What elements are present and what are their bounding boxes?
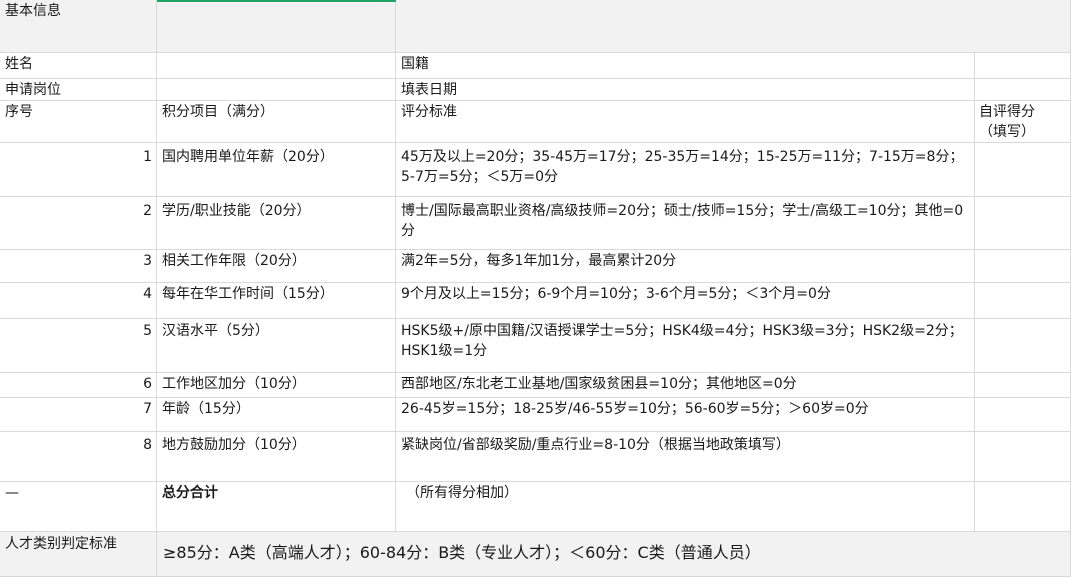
row-item-cell[interactable]: 相关工作年限（20分）	[157, 250, 396, 283]
row-criteria-cell[interactable]: 9个月及以上=15分；6-9个月=10分；3-6个月=5分；＜3个月=0分	[396, 283, 975, 319]
date-value-cell[interactable]	[975, 79, 1071, 101]
section-title-blank-cell[interactable]	[396, 0, 1071, 53]
date-label-cell[interactable]: 填表日期	[396, 79, 975, 101]
total-criteria-cell[interactable]: （所有得分相加）	[396, 482, 975, 532]
row-self-score-cell[interactable]	[975, 250, 1071, 283]
name-label-cell[interactable]: 姓名	[0, 53, 157, 79]
row-number-cell[interactable]: 5	[0, 319, 157, 373]
row-item-cell[interactable]: 地方鼓励加分（10分）	[157, 432, 396, 482]
row-item-cell[interactable]: 工作地区加分（10分）	[157, 373, 396, 398]
row-number-cell[interactable]: 8	[0, 432, 157, 482]
row-criteria-cell[interactable]: 西部地区/东北老工业基地/国家级贫困县=10分；其他地区=0分	[396, 373, 975, 398]
row-self-score-cell[interactable]	[975, 373, 1071, 398]
row-number-cell[interactable]: 7	[0, 398, 157, 432]
header-criteria-cell[interactable]: 评分标准	[396, 101, 975, 143]
row-number-cell[interactable]: 6	[0, 373, 157, 398]
category-text-cell[interactable]: ≥85分：A类（高端人才）；60-84分：B类（专业人才）；＜60分：C类（普通…	[157, 532, 1071, 577]
nationality-value-cell[interactable]	[975, 53, 1071, 79]
row-criteria-cell[interactable]: 紧缺岗位/省部级奖励/重点行业=8-10分（根据当地政策填写）	[396, 432, 975, 482]
total-number-cell[interactable]: —	[0, 482, 157, 532]
row-criteria-cell[interactable]: 45万及以上=20分；35-45万=17分；25-35万=14分；15-25万=…	[396, 143, 975, 197]
position-label-cell[interactable]: 申请岗位	[0, 79, 157, 101]
row-criteria-cell[interactable]: 满2年=5分，每多1年加1分，最高累计20分	[396, 250, 975, 283]
total-self-score-cell[interactable]	[975, 482, 1071, 532]
header-self-score-cell[interactable]: 自评得分（填写）	[975, 101, 1071, 143]
row-item-cell[interactable]: 每年在华工作时间（15分）	[157, 283, 396, 319]
row-number-cell[interactable]: 2	[0, 197, 157, 250]
header-item-cell[interactable]: 积分项目（满分）	[157, 101, 396, 143]
row-number-cell[interactable]: 3	[0, 250, 157, 283]
row-number-cell[interactable]: 1	[0, 143, 157, 197]
row-self-score-cell[interactable]	[975, 398, 1071, 432]
position-value-cell[interactable]	[157, 79, 396, 101]
row-self-score-cell[interactable]	[975, 432, 1071, 482]
row-item-cell[interactable]: 年龄（15分）	[157, 398, 396, 432]
total-label-cell[interactable]: 总分合计	[157, 482, 396, 532]
row-self-score-cell[interactable]	[975, 319, 1071, 373]
row-number-cell[interactable]: 4	[0, 283, 157, 319]
category-label-cell[interactable]: 人才类别判定标准	[0, 532, 157, 577]
row-item-cell[interactable]: 学历/职业技能（20分）	[157, 197, 396, 250]
row-item-cell[interactable]: 汉语水平（5分）	[157, 319, 396, 373]
row-self-score-cell[interactable]	[975, 283, 1071, 319]
nationality-label-cell[interactable]: 国籍	[396, 53, 975, 79]
row-criteria-cell[interactable]: HSK5级+/原中国籍/汉语授课学士=5分；HSK4级=4分；HSK3级=3分；…	[396, 319, 975, 373]
row-criteria-cell[interactable]: 26-45岁=15分；18-25岁/46-55岁=10分；56-60岁=5分；＞…	[396, 398, 975, 432]
row-self-score-cell[interactable]	[975, 197, 1071, 250]
section-title-cell[interactable]: 基本信息	[0, 0, 157, 53]
header-index-cell[interactable]: 序号	[0, 101, 157, 143]
row-self-score-cell[interactable]	[975, 143, 1071, 197]
row-criteria-cell[interactable]: 博士/国际最高职业资格/高级技师=20分；硕士/技师=15分；学士/高级工=10…	[396, 197, 975, 250]
section-title-blank-cell[interactable]	[157, 0, 396, 53]
name-value-cell[interactable]	[157, 53, 396, 79]
cell-selection-indicator	[157, 0, 396, 2]
row-item-cell[interactable]: 国内聘用单位年薪（20分）	[157, 143, 396, 197]
